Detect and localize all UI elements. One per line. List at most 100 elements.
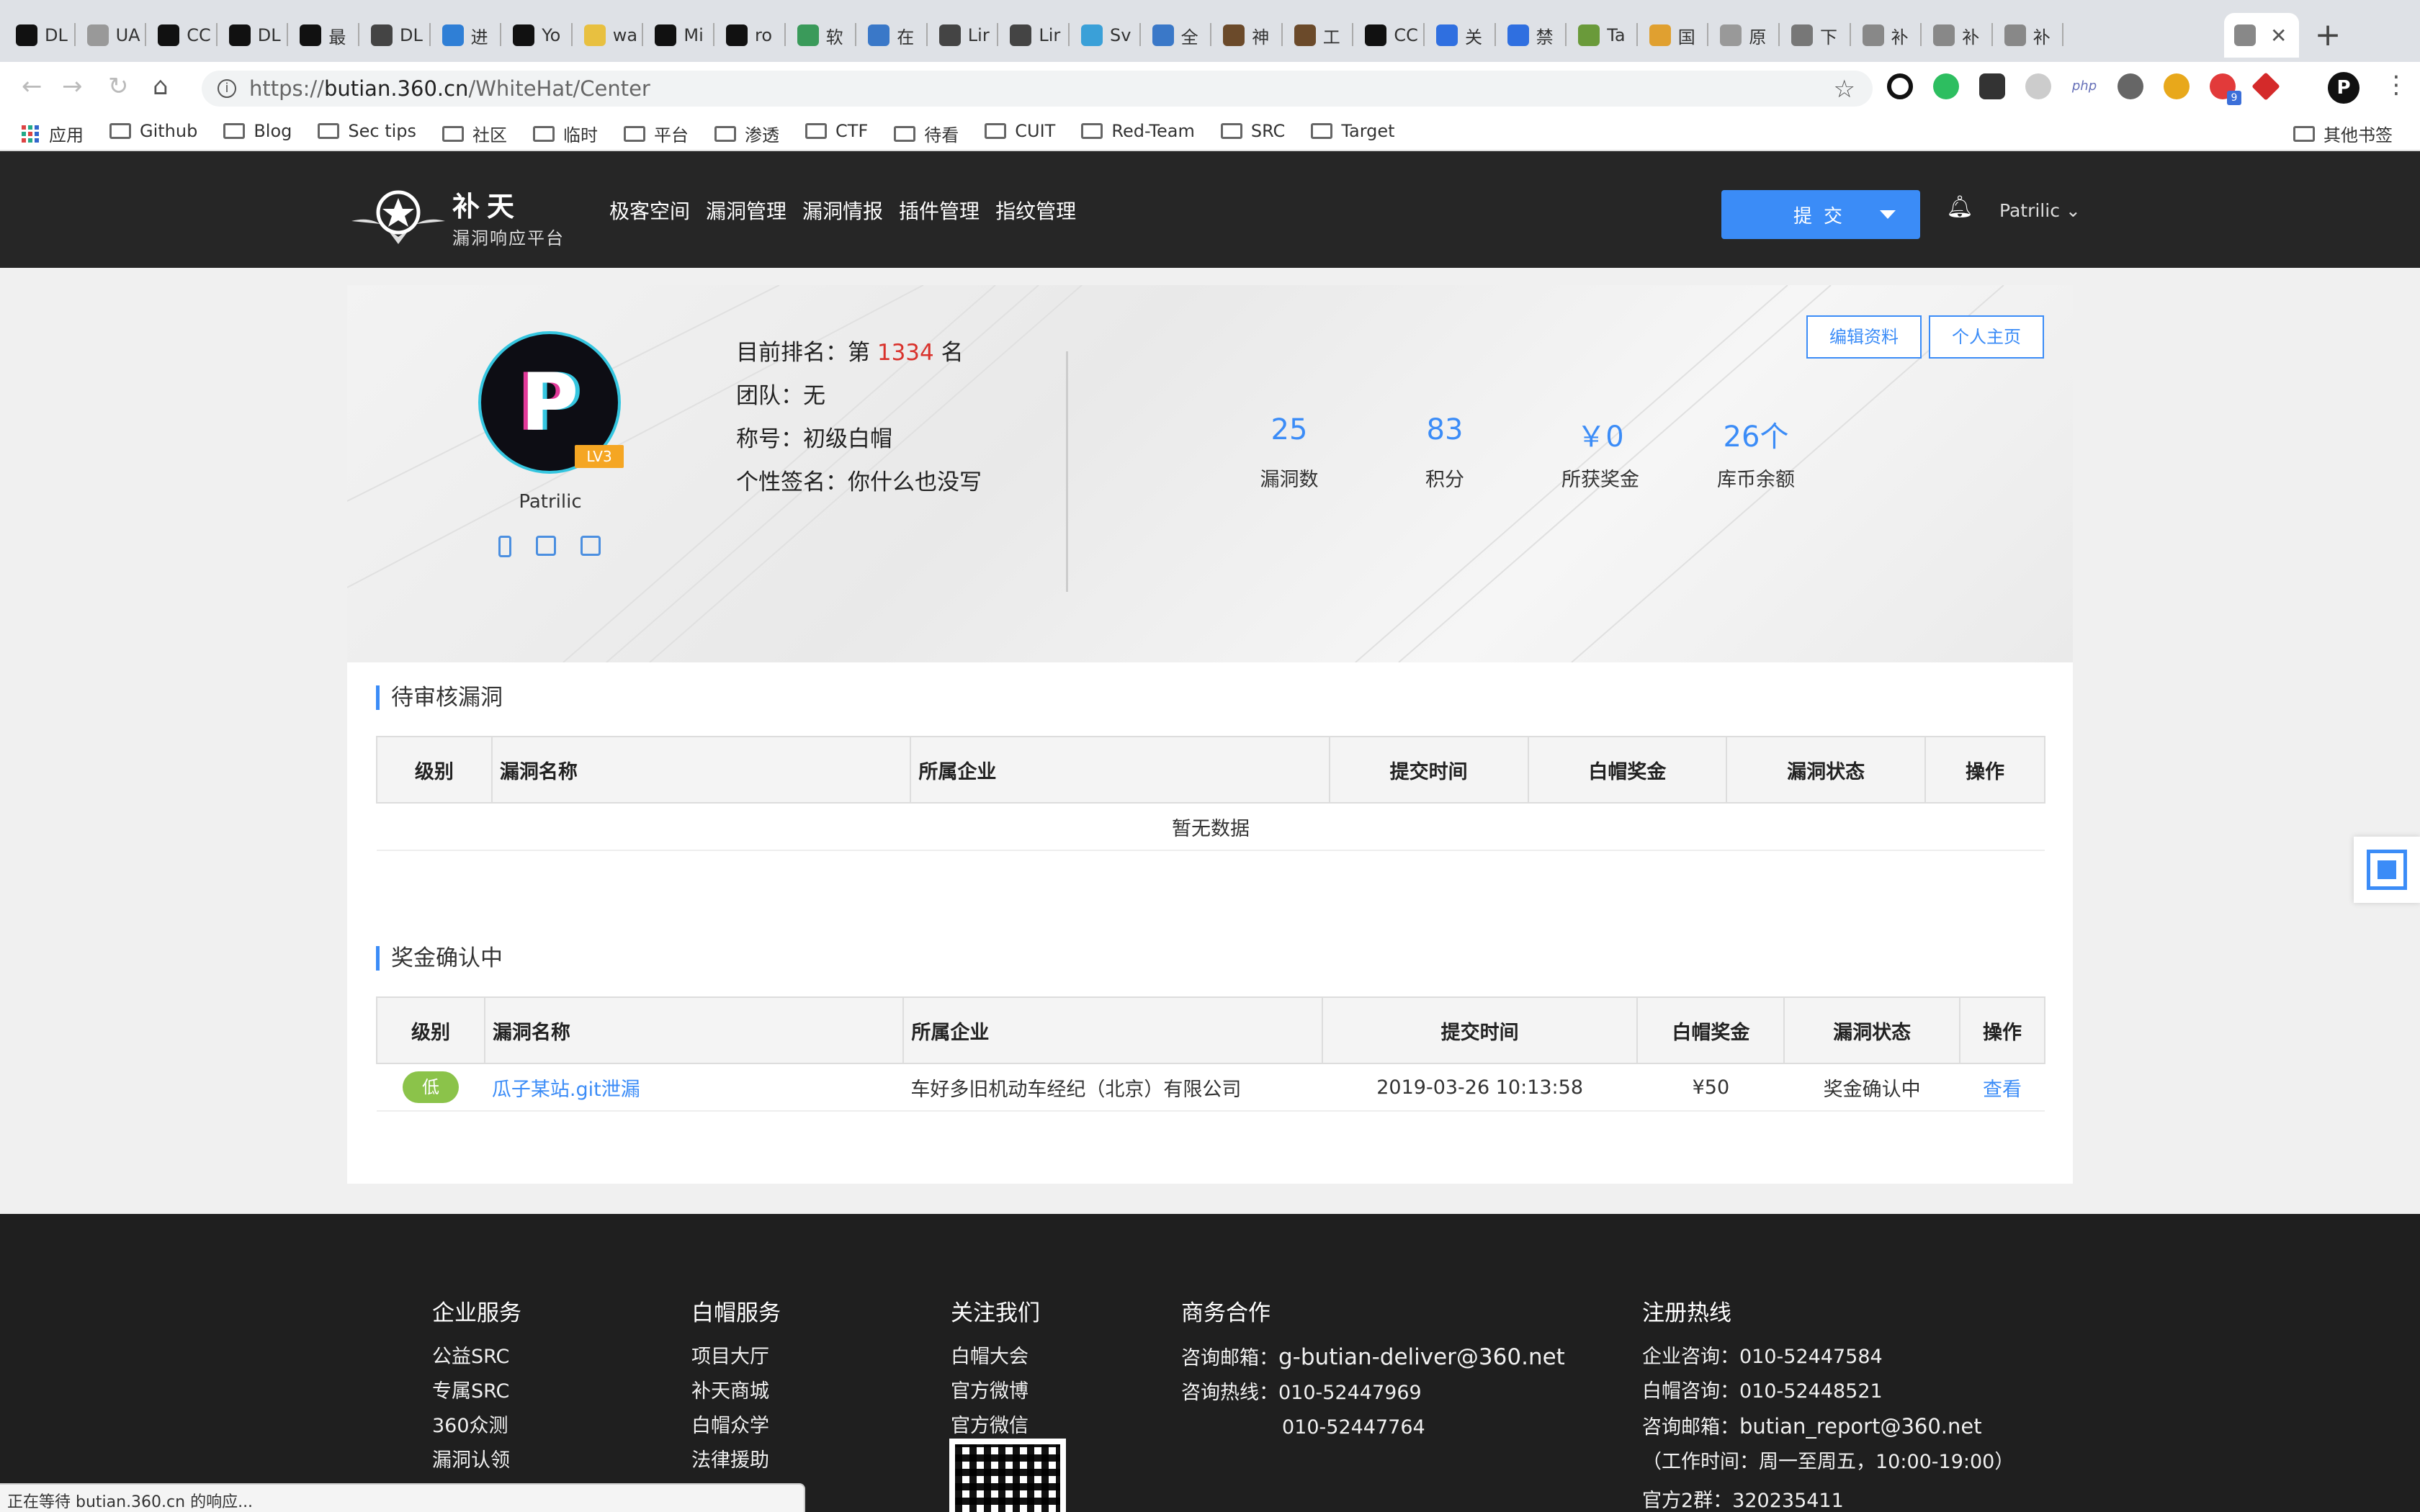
browser-tab[interactable]: Yo: [503, 13, 572, 58]
register-email[interactable]: butian_report@360.net: [1739, 1414, 1982, 1439]
footer-link-weibo[interactable]: 官方微博: [951, 1374, 1040, 1409]
browser-tab[interactable]: CC: [148, 13, 217, 58]
browser-tab[interactable]: 最: [290, 13, 359, 58]
personal-homepage-button[interactable]: 个人主页: [1929, 315, 2044, 359]
reload-icon[interactable]: ↻: [108, 72, 129, 101]
bell-icon[interactable]: 🔔︎: [1946, 194, 1973, 220]
browser-tab[interactable]: 在: [858, 13, 927, 58]
image-icon[interactable]: [536, 536, 556, 556]
nav-fingerprint-management[interactable]: 指纹管理: [995, 196, 1076, 225]
edit-profile-button[interactable]: 编辑资料: [1806, 315, 1922, 359]
footer-link-butian-mall[interactable]: 补天商城: [691, 1374, 781, 1409]
bookmark-folder[interactable]: CUIT: [985, 121, 1055, 141]
browser-tab[interactable]: Lir: [929, 13, 998, 58]
butian-logo[interactable]: 补天 漏洞响应平台: [344, 184, 565, 249]
browser-tab[interactable]: Mi: [645, 13, 714, 58]
shield-icon[interactable]: [2164, 73, 2190, 99]
address-bar[interactable]: i https://butian.360.cn/WhiteHat/Center …: [202, 71, 1873, 107]
browser-tab[interactable]: 神: [1213, 13, 1282, 58]
id-card-icon[interactable]: [581, 536, 601, 556]
browser-tab[interactable]: 补: [1994, 13, 2063, 58]
bookmark-folder[interactable]: CTF: [805, 121, 868, 141]
footer-link-legal-aid[interactable]: 法律援助: [691, 1444, 781, 1478]
extension-icon[interactable]: [2025, 73, 2051, 99]
floating-qr-button[interactable]: [2354, 837, 2420, 903]
phone-icon[interactable]: [498, 536, 511, 557]
tab-title: 进: [470, 27, 488, 48]
back-icon[interactable]: ←: [22, 72, 42, 101]
browser-tab[interactable]: wa: [574, 13, 643, 58]
new-tab-button[interactable]: +: [2309, 17, 2347, 55]
bookmark-folder[interactable]: Blog: [223, 121, 292, 141]
footer-link-vuln-claim[interactable]: 漏洞认领: [432, 1444, 521, 1478]
browser-tab[interactable]: 原: [1710, 13, 1779, 58]
browser-tab[interactable]: DL: [219, 13, 288, 58]
browser-tab[interactable]: 禁: [1497, 13, 1567, 58]
browser-tab[interactable]: ro: [716, 13, 785, 58]
nav-vuln-management[interactable]: 漏洞管理: [706, 196, 786, 225]
stat-coin-balance[interactable]: 26个 库币余额: [1678, 413, 1834, 492]
document-icon: [86, 24, 109, 46]
bookmark-folder[interactable]: 临时: [533, 121, 598, 146]
stat-points[interactable]: 83 积分: [1367, 413, 1523, 492]
vuln-name-link[interactable]: 瓜子某站.git泄漏: [492, 1079, 640, 1101]
bookmark-folder[interactable]: Sec tips: [318, 121, 416, 141]
footer-link-public-src[interactable]: 公益SRC: [432, 1340, 521, 1374]
browser-tab[interactable]: 补: [1923, 13, 1992, 58]
browser-tab[interactable]: Lir: [1000, 13, 1069, 58]
bookmark-folder[interactable]: 社区: [442, 121, 507, 146]
bookmark-folder[interactable]: Github: [109, 121, 197, 141]
stat-vuln-count[interactable]: 25 漏洞数: [1211, 413, 1367, 492]
browser-tab[interactable]: 下: [1781, 13, 1850, 58]
home-icon[interactable]: ⌂: [153, 72, 169, 101]
extension-icon[interactable]: [1887, 73, 1913, 99]
extension-icon[interactable]: [1979, 73, 2005, 99]
browser-tab[interactable]: 进: [432, 13, 501, 58]
nav-geek-space[interactable]: 极客空间: [609, 196, 690, 225]
translate-icon[interactable]: 9: [2210, 73, 2241, 105]
browser-menu-icon[interactable]: ⋮: [2384, 71, 2408, 99]
footer-link-project-hall[interactable]: 项目大厅: [691, 1340, 781, 1374]
browser-tab[interactable]: 国: [1639, 13, 1708, 58]
bookmark-apps[interactable]: 应用: [22, 121, 84, 146]
footer-link-exclusive-src[interactable]: 专属SRC: [432, 1374, 521, 1409]
gear-icon[interactable]: [2118, 73, 2143, 99]
stat-bonus[interactable]: ￥0 所获奖金: [1523, 413, 1678, 492]
bookmark-folder[interactable]: 待看: [894, 121, 959, 146]
other-bookmarks-folder[interactable]: 其他书签: [2293, 121, 2393, 146]
browser-tab[interactable]: 补: [1852, 13, 1922, 58]
bookmark-folder[interactable]: 渗透: [714, 121, 779, 146]
browser-tab[interactable]: DL: [6, 13, 75, 58]
bookmark-folder[interactable]: Red-Team: [1081, 121, 1195, 141]
bookmark-star-icon[interactable]: ☆: [1834, 75, 1855, 104]
active-tab[interactable]: ✕: [2224, 13, 2299, 58]
bookmark-folder[interactable]: Target: [1311, 121, 1395, 141]
bookmark-folder[interactable]: SRC: [1220, 121, 1285, 141]
browser-profile-avatar[interactable]: P: [2328, 72, 2360, 104]
browser-tab[interactable]: 全: [1142, 13, 1211, 58]
footer-link-conference[interactable]: 白帽大会: [951, 1340, 1040, 1374]
evernote-icon[interactable]: [1933, 73, 1959, 99]
close-tab-icon[interactable]: ✕: [2270, 24, 2287, 48]
footer-link-360-crowdtest[interactable]: 360众测: [432, 1409, 521, 1444]
browser-tab[interactable]: CC: [1355, 13, 1424, 58]
footer-link-whitehat-school[interactable]: 白帽众学: [691, 1409, 781, 1444]
forward-icon[interactable]: →: [62, 72, 83, 101]
browser-tab[interactable]: UA: [77, 13, 146, 58]
view-link[interactable]: 查看: [1983, 1079, 2022, 1101]
extension-icon[interactable]: [2251, 72, 2280, 101]
submit-button[interactable]: 提交: [1721, 190, 1920, 239]
browser-tab[interactable]: Ta: [1568, 13, 1637, 58]
browser-tab[interactable]: Sv: [1071, 13, 1140, 58]
php-icon[interactable]: php: [2071, 73, 2097, 99]
user-menu[interactable]: Patrilic ⌄: [1999, 200, 2081, 221]
nav-vuln-intel[interactable]: 漏洞情报: [802, 196, 883, 225]
browser-tab[interactable]: DL: [361, 13, 430, 58]
nav-plugin-management[interactable]: 插件管理: [899, 196, 980, 225]
info-icon[interactable]: i: [218, 79, 236, 98]
bookmark-folder[interactable]: 平台: [624, 121, 689, 146]
browser-tab[interactable]: 工: [1284, 13, 1353, 58]
browser-tab[interactable]: 软: [787, 13, 856, 58]
browser-tab[interactable]: 关: [1426, 13, 1495, 58]
business-email[interactable]: g-butian-deliver@360.net: [1278, 1344, 1565, 1370]
